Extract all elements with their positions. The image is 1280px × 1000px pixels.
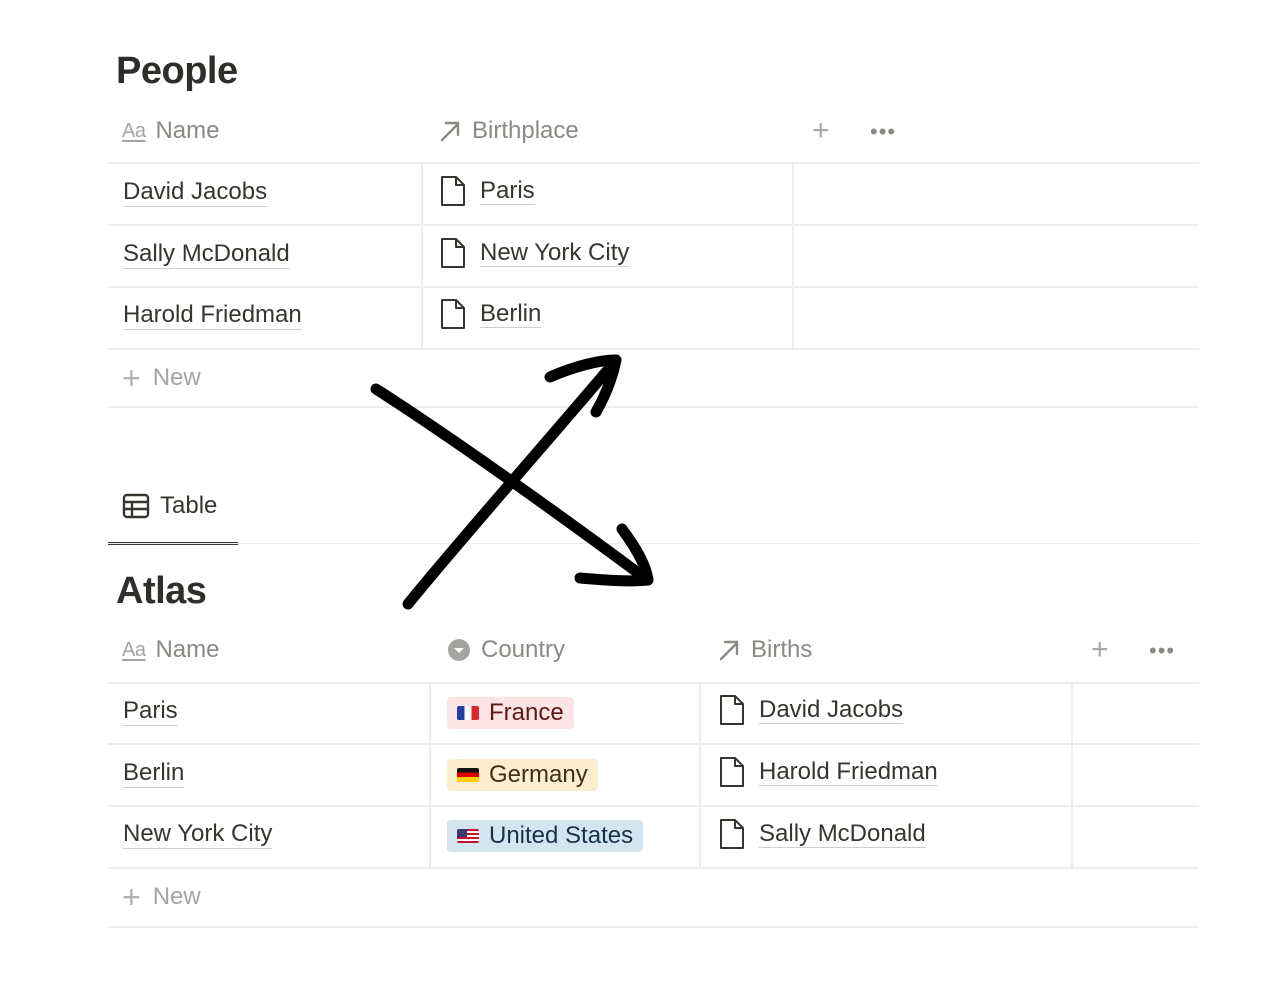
- arrow-down-right-stroke: [370, 383, 651, 584]
- crossed-arrows-annotation: [370, 354, 654, 610]
